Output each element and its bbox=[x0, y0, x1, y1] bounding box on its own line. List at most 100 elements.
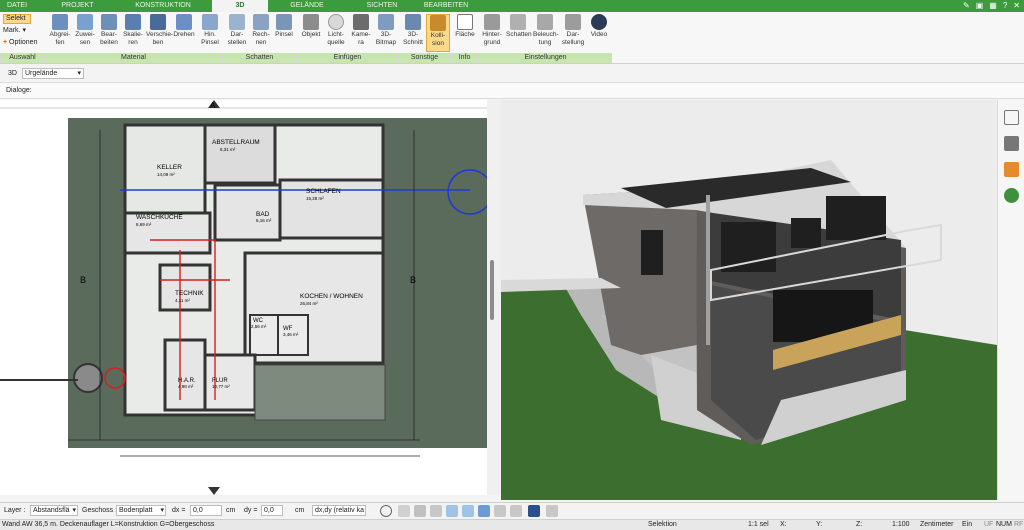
hin-pinsel-button[interactable]: Hin. Pinsel bbox=[198, 14, 222, 46]
kollision-button[interactable]: Kolli-sion bbox=[426, 14, 450, 52]
layer-label: Layer : bbox=[4, 507, 26, 514]
btn-label: quelle bbox=[327, 38, 345, 46]
darstellung-button[interactable]: Dar-stellung bbox=[561, 14, 585, 46]
pin-icon[interactable] bbox=[546, 505, 558, 517]
group-einstellungen: Einstellungen bbox=[478, 53, 612, 63]
copy-icon[interactable] bbox=[414, 505, 426, 517]
darstellen-button[interactable]: Dar-stellen bbox=[225, 14, 249, 46]
group-material: Material bbox=[44, 53, 222, 63]
layers-icon[interactable] bbox=[478, 505, 490, 517]
floor-plan-drawing: A B B KELLER 14,09 m² ABSTELLRAUM 6,31 m… bbox=[0, 100, 487, 495]
save-icon[interactable]: ▣ bbox=[976, 1, 984, 11]
snap-icon[interactable] bbox=[430, 505, 442, 517]
brush-icon[interactable]: ✎ bbox=[963, 1, 970, 11]
room-technik: TECHNIK bbox=[175, 290, 204, 297]
tab-projekt[interactable]: PROJEKT bbox=[40, 0, 115, 12]
tab-gelaende[interactable]: GELÄNDE bbox=[272, 0, 342, 12]
material-icon[interactable] bbox=[1004, 162, 1019, 177]
btn-label: Hin. bbox=[204, 31, 216, 38]
video-button[interactable]: Video bbox=[587, 14, 611, 39]
btn-label: 3D- bbox=[407, 31, 419, 38]
3d-render bbox=[501, 100, 997, 500]
layers-icon[interactable] bbox=[1004, 110, 1019, 125]
dy-unit: cm bbox=[295, 507, 305, 514]
terrain-select[interactable]: Urgelände ▾ bbox=[22, 68, 84, 79]
house-shadow-icon bbox=[510, 14, 526, 30]
grid-icon[interactable]: ▦ bbox=[989, 1, 997, 11]
camera-icon bbox=[353, 14, 369, 30]
view-splitter[interactable] bbox=[487, 100, 501, 495]
calculate-icon bbox=[253, 14, 269, 30]
relative-select[interactable]: dx,dy (relativ ka bbox=[312, 505, 366, 516]
mark-button[interactable]: Mark. ▾ bbox=[3, 26, 26, 36]
kamera-button[interactable]: Kame-ra bbox=[349, 14, 373, 46]
3d-bitmap-button[interactable]: 3D- Bitmap bbox=[374, 14, 398, 46]
tab-3d[interactable]: 3D bbox=[212, 0, 268, 12]
btn-label: Fläche bbox=[455, 31, 475, 38]
lightbulb-icon bbox=[328, 14, 344, 30]
background-icon bbox=[484, 14, 500, 30]
tab-datei[interactable]: DATEI bbox=[0, 0, 34, 12]
monitor-icon[interactable] bbox=[398, 505, 410, 517]
btn-label: Kame- bbox=[351, 31, 371, 38]
tab-sichten[interactable]: SICHTEN bbox=[348, 0, 416, 12]
btn-label: Pinsel bbox=[275, 31, 293, 38]
room-kochen-wohnen: KOCHEN / WOHNEN bbox=[300, 293, 363, 300]
floor-plan-view[interactable]: A B B KELLER 14,09 m² ABSTELLRAUM 6,31 m… bbox=[0, 100, 487, 495]
tree-icon[interactable] bbox=[1004, 188, 1019, 203]
floor-select[interactable]: Bodenplatt ▾ bbox=[116, 505, 166, 516]
options-button[interactable]: + Optionen bbox=[3, 38, 37, 48]
select-label: Selekt bbox=[6, 15, 26, 22]
skalieren-button[interactable]: Skalie-ren bbox=[121, 14, 145, 46]
help-icon[interactable]: ? bbox=[1003, 1, 1007, 11]
3d-schnitt-button[interactable]: 3D- Schnitt bbox=[401, 14, 425, 46]
3d-view[interactable] bbox=[501, 100, 997, 500]
btn-label: Skalie- bbox=[123, 31, 143, 38]
lichtquelle-button[interactable]: Licht-quelle bbox=[324, 14, 348, 46]
tab-konstruktion[interactable]: KONSTRUKTION bbox=[122, 0, 204, 12]
verschieben-button[interactable]: Verschie-ben bbox=[146, 14, 173, 46]
btn-label: Zuwei- bbox=[75, 31, 95, 38]
dx-input[interactable]: 0,0 bbox=[190, 505, 222, 516]
room-bad-area: 6,16 m² bbox=[256, 218, 272, 223]
window bbox=[721, 222, 776, 272]
dy-input[interactable]: 0,0 bbox=[261, 505, 283, 516]
close-icon[interactable]: ✕ bbox=[1013, 1, 1020, 11]
status-y: Y: bbox=[816, 521, 823, 528]
area-icon bbox=[457, 14, 473, 30]
clock-icon[interactable] bbox=[380, 505, 392, 517]
pinsel-button[interactable]: Pinsel bbox=[272, 14, 296, 39]
tab-bearbeiten[interactable]: BEARBEITEN bbox=[420, 0, 472, 12]
hatch-icon[interactable] bbox=[494, 505, 506, 517]
layer-value: Abstandsflä bbox=[33, 507, 70, 514]
btn-label: Objekt bbox=[301, 31, 321, 38]
btn-label: Kolli- bbox=[430, 32, 446, 39]
chair-icon[interactable] bbox=[1004, 136, 1019, 151]
btn-label: Bear- bbox=[101, 31, 117, 38]
line-icon[interactable] bbox=[446, 505, 458, 517]
curve-icon[interactable] bbox=[462, 505, 474, 517]
layer-select[interactable]: Abstandsflä ▾ bbox=[30, 505, 78, 516]
move-icon bbox=[150, 14, 166, 30]
north-icon[interactable] bbox=[528, 505, 540, 517]
axis-label-b-left: B bbox=[80, 275, 86, 285]
splitter-handle[interactable] bbox=[490, 260, 494, 320]
grid-icon[interactable] bbox=[510, 505, 522, 517]
rechnen-button[interactable]: Rech-nen bbox=[249, 14, 273, 46]
btn-label: ra bbox=[358, 38, 364, 46]
room-waschkueche-area: 8,69 m² bbox=[136, 222, 152, 227]
bearbeiten-button[interactable]: Bear-beiten bbox=[97, 14, 121, 46]
drehen-button[interactable]: Drehen bbox=[172, 14, 196, 39]
select-button[interactable]: Selekt bbox=[3, 14, 31, 24]
zuweisen-button[interactable]: Zuwei-sen bbox=[73, 14, 97, 46]
schatten-settings-button[interactable]: Schatten bbox=[506, 14, 532, 39]
abgreifen-button[interactable]: Abgrei-fen bbox=[48, 14, 72, 46]
beleuchtung-button[interactable]: Beleuch-tung bbox=[533, 14, 559, 46]
objekt-button[interactable]: Objekt bbox=[299, 14, 323, 39]
hintergrund-button[interactable]: Hinter-grund bbox=[480, 14, 504, 46]
flaeche-button[interactable]: Fläche bbox=[453, 14, 477, 39]
room-flur-area: 10,77 m² bbox=[212, 384, 230, 389]
ribbon: Selekt Mark. ▾ + Optionen Abgrei-fen Zuw… bbox=[0, 12, 1024, 64]
axis-label-b-right: B bbox=[410, 275, 416, 285]
room-har-area: 4,98 m² bbox=[178, 384, 194, 389]
